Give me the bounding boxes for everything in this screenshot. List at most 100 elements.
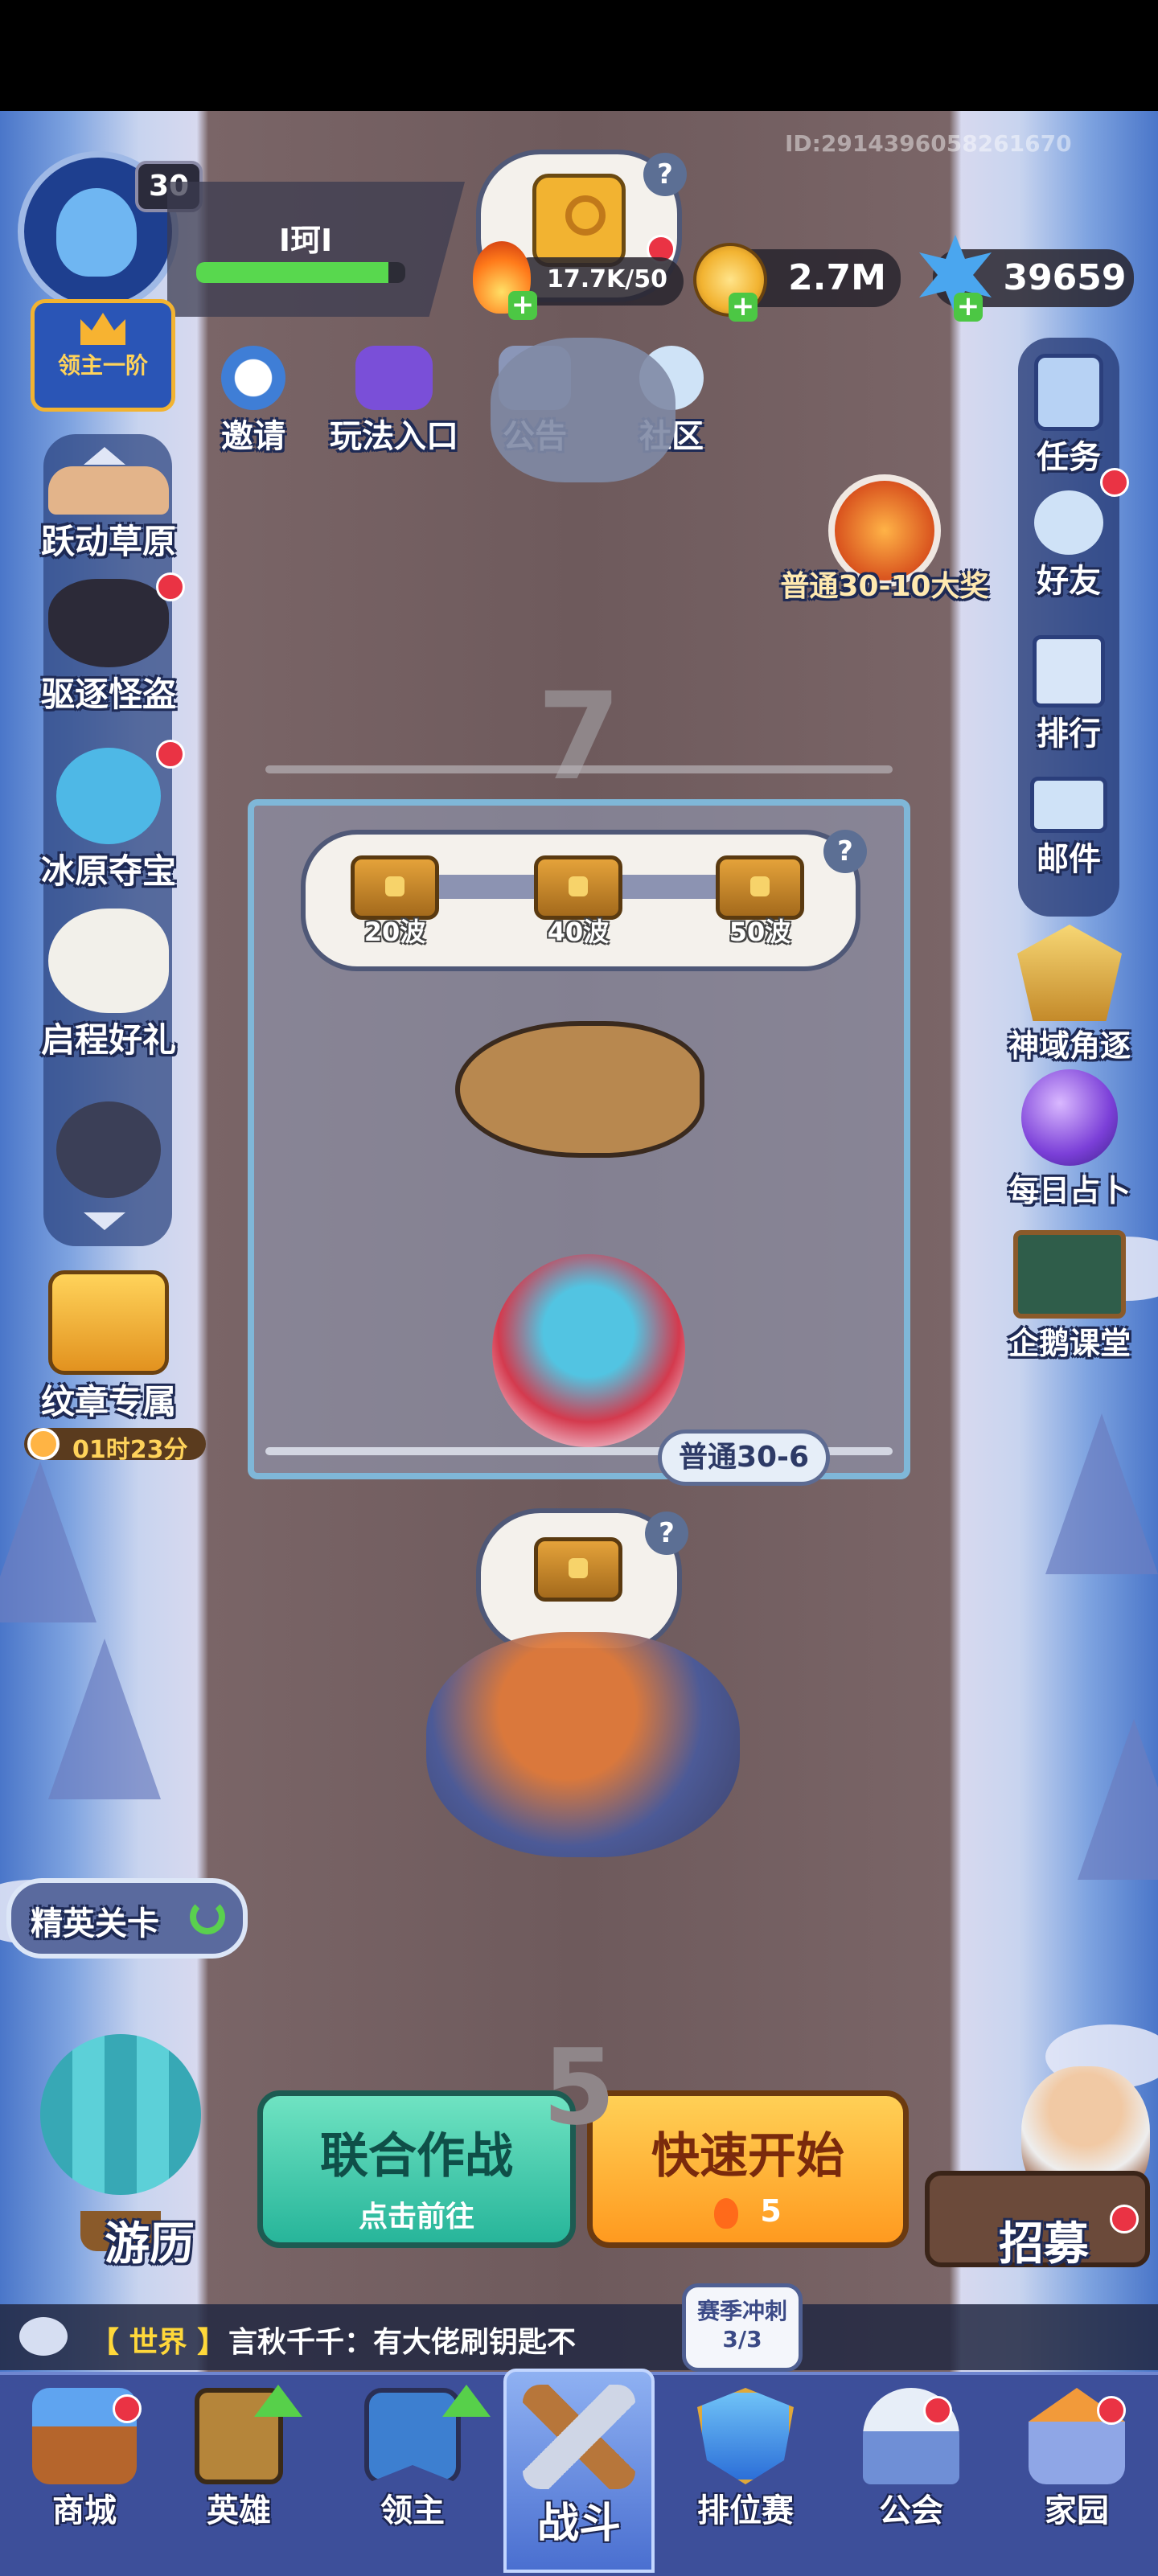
recruit-alert-dot xyxy=(1110,2205,1139,2233)
friends-menu-item[interactable]: 好友 xyxy=(1002,490,1135,601)
lord-rank-label: 领主一阶 xyxy=(57,352,148,379)
lord-rank-button[interactable]: 领主一阶 xyxy=(31,299,175,412)
left-scroll-down-icon[interactable] xyxy=(84,1212,125,1230)
nav-lord-label: 领主 xyxy=(380,2492,445,2529)
wave-label-20: 20波 xyxy=(363,917,426,947)
nav-battle-label: 战斗 xyxy=(536,2500,621,2548)
left-event-departure-gift[interactable]: 启程好礼 xyxy=(16,909,201,1062)
coop-battle-button[interactable]: 联合作战 点击前往 xyxy=(257,2090,576,2248)
stage-prize-button[interactable]: 普通30-10大奖 xyxy=(772,474,997,605)
penguin-class-event[interactable]: 企鹅课堂 xyxy=(989,1230,1150,1363)
gem-add-icon[interactable]: + xyxy=(954,293,983,322)
gold-add-icon[interactable]: + xyxy=(729,293,758,322)
golden-chest-icon xyxy=(48,1270,169,1375)
invite-shortcut[interactable]: 邀请 xyxy=(209,346,298,457)
coop-battle-subtitle: 点击前往 xyxy=(358,2201,474,2233)
quick-start-cost: 5 xyxy=(760,2193,782,2229)
clipboard-icon xyxy=(1034,354,1103,431)
wave-chest-40[interactable] xyxy=(534,855,622,920)
next-reward-help-icon[interactable]: ? xyxy=(645,1512,688,1555)
player-id: ID:2914396058261670 xyxy=(785,130,1072,157)
coop-battle-title: 联合作战 xyxy=(320,2128,513,2184)
wave-chest-20[interactable] xyxy=(351,855,439,920)
gold-amount: 2.7M xyxy=(788,257,886,298)
xp-bar xyxy=(196,262,405,283)
departure-gift-label: 启程好礼 xyxy=(40,1020,176,1060)
next-reward-chest xyxy=(534,1537,622,1602)
quick-start-button[interactable]: 快速开始 5 xyxy=(587,2090,909,2248)
ranked-shield-icon xyxy=(697,2388,794,2484)
nav-shop-label: 商城 xyxy=(52,2492,117,2529)
left-event-more[interactable] xyxy=(16,1101,201,1198)
refresh-icon xyxy=(190,1899,225,1934)
hot-air-balloon-icon xyxy=(40,2034,201,2195)
elite-stage-label: 精英关卡 xyxy=(31,1905,159,1942)
energy-add-icon[interactable]: + xyxy=(508,291,537,320)
wave-label-50: 50波 xyxy=(729,917,791,947)
badge-pack-timer: 01时23分 xyxy=(24,1428,206,1464)
mail-menu-item[interactable]: 邮件 xyxy=(1002,777,1135,880)
key-help-icon[interactable]: ? xyxy=(643,153,687,196)
heroes-upgrade-arrow-icon xyxy=(254,2385,302,2417)
friends-icon xyxy=(1034,490,1103,555)
divine-contest-event[interactable]: 神域角逐 xyxy=(989,925,1150,1065)
nav-heroes-label: 英雄 xyxy=(207,2492,271,2529)
left-event-grassland[interactable]: 跃动草原 xyxy=(16,466,201,564)
status-bar xyxy=(0,0,1158,111)
elite-stage-button[interactable]: 精英关卡 xyxy=(6,1878,248,1959)
gameplay-entry-shortcut[interactable]: 玩法入口 xyxy=(322,346,466,457)
crown-icon xyxy=(80,313,125,345)
nav-battle[interactable]: 战斗 xyxy=(503,2369,655,2573)
chat-message: 言秋千千：有大佬刷钥匙不 xyxy=(228,2326,577,2359)
season-sprint-progress: 3/3 xyxy=(722,2326,762,2352)
nav-guild[interactable]: 公会 xyxy=(843,2388,979,2531)
crossed-swords-icon xyxy=(523,2385,635,2489)
left-scroll-up-icon[interactable] xyxy=(84,447,125,465)
boss-beast-creature xyxy=(455,1021,704,1158)
crystal-ball-icon xyxy=(1021,1069,1118,1166)
previous-stage-number: 5 xyxy=(542,2026,616,2148)
gem-amount: 39659 xyxy=(1003,257,1127,298)
energy-cost-flame-icon xyxy=(714,2197,739,2229)
ice-treasure-icon xyxy=(56,748,161,844)
wave-help-icon[interactable]: ? xyxy=(823,830,867,873)
season-sprint-badge[interactable]: 赛季冲刺 3/3 xyxy=(682,2283,803,2372)
more-event-icon xyxy=(56,1101,161,1198)
next-stage-number: 7 xyxy=(536,667,622,807)
tasks-menu-item[interactable]: 任务 xyxy=(1002,354,1135,478)
key-count: 17.7K/50 xyxy=(547,265,667,293)
recruit-label: 招募 xyxy=(999,2218,1089,2270)
badge-pack-label: 纹章专属 xyxy=(40,1382,176,1421)
key-icon xyxy=(532,174,626,267)
mail-envelope-icon xyxy=(1030,777,1107,833)
phantom-thief-icon xyxy=(48,579,169,667)
left-event-ice-treasure[interactable]: 冰原夺宝 xyxy=(16,748,201,893)
mail-label: 邮件 xyxy=(1037,841,1101,878)
player-name: I珂I xyxy=(278,223,333,258)
guardian-creature xyxy=(491,338,676,482)
nav-home-label: 家园 xyxy=(1045,2492,1109,2529)
gamepad-icon xyxy=(355,346,433,410)
chat-bar[interactable]: 【 世界 】 言秋千千：有大佬刷钥匙不 xyxy=(0,2304,1158,2370)
grassland-event-icon xyxy=(48,466,169,515)
ice-treasure-label: 冰原夺宝 xyxy=(40,851,176,891)
season-sprint-title: 赛季冲刺 xyxy=(696,2298,787,2324)
prize-label: 普通30-10大奖 xyxy=(780,570,989,603)
daily-divination-event[interactable]: 每日占卜 xyxy=(989,1069,1150,1210)
wave-label-40: 40波 xyxy=(547,917,610,947)
grassland-event-label: 跃动草原 xyxy=(40,522,176,561)
nav-ranked[interactable]: 排位赛 xyxy=(677,2388,814,2531)
nav-shop-alert-dot xyxy=(113,2394,142,2423)
phantom-thief-alert-dot xyxy=(156,572,185,601)
badge-exclusive-pack[interactable]: 纹章专属 xyxy=(16,1270,201,1424)
divine-contest-icon xyxy=(1017,925,1122,1021)
xp-bar-fill xyxy=(196,262,389,283)
nav-home-alert-dot xyxy=(1097,2396,1126,2425)
nav-ranked-label: 排位赛 xyxy=(697,2492,794,2529)
wave-chest-50[interactable] xyxy=(716,855,804,920)
nav-guild-label: 公会 xyxy=(879,2492,943,2529)
ranking-menu-item[interactable]: 排行 xyxy=(1002,635,1135,754)
invite-label: 邀请 xyxy=(221,418,285,455)
ranking-label: 排行 xyxy=(1037,716,1101,753)
daily-divination-label: 每日占卜 xyxy=(1008,1173,1131,1208)
